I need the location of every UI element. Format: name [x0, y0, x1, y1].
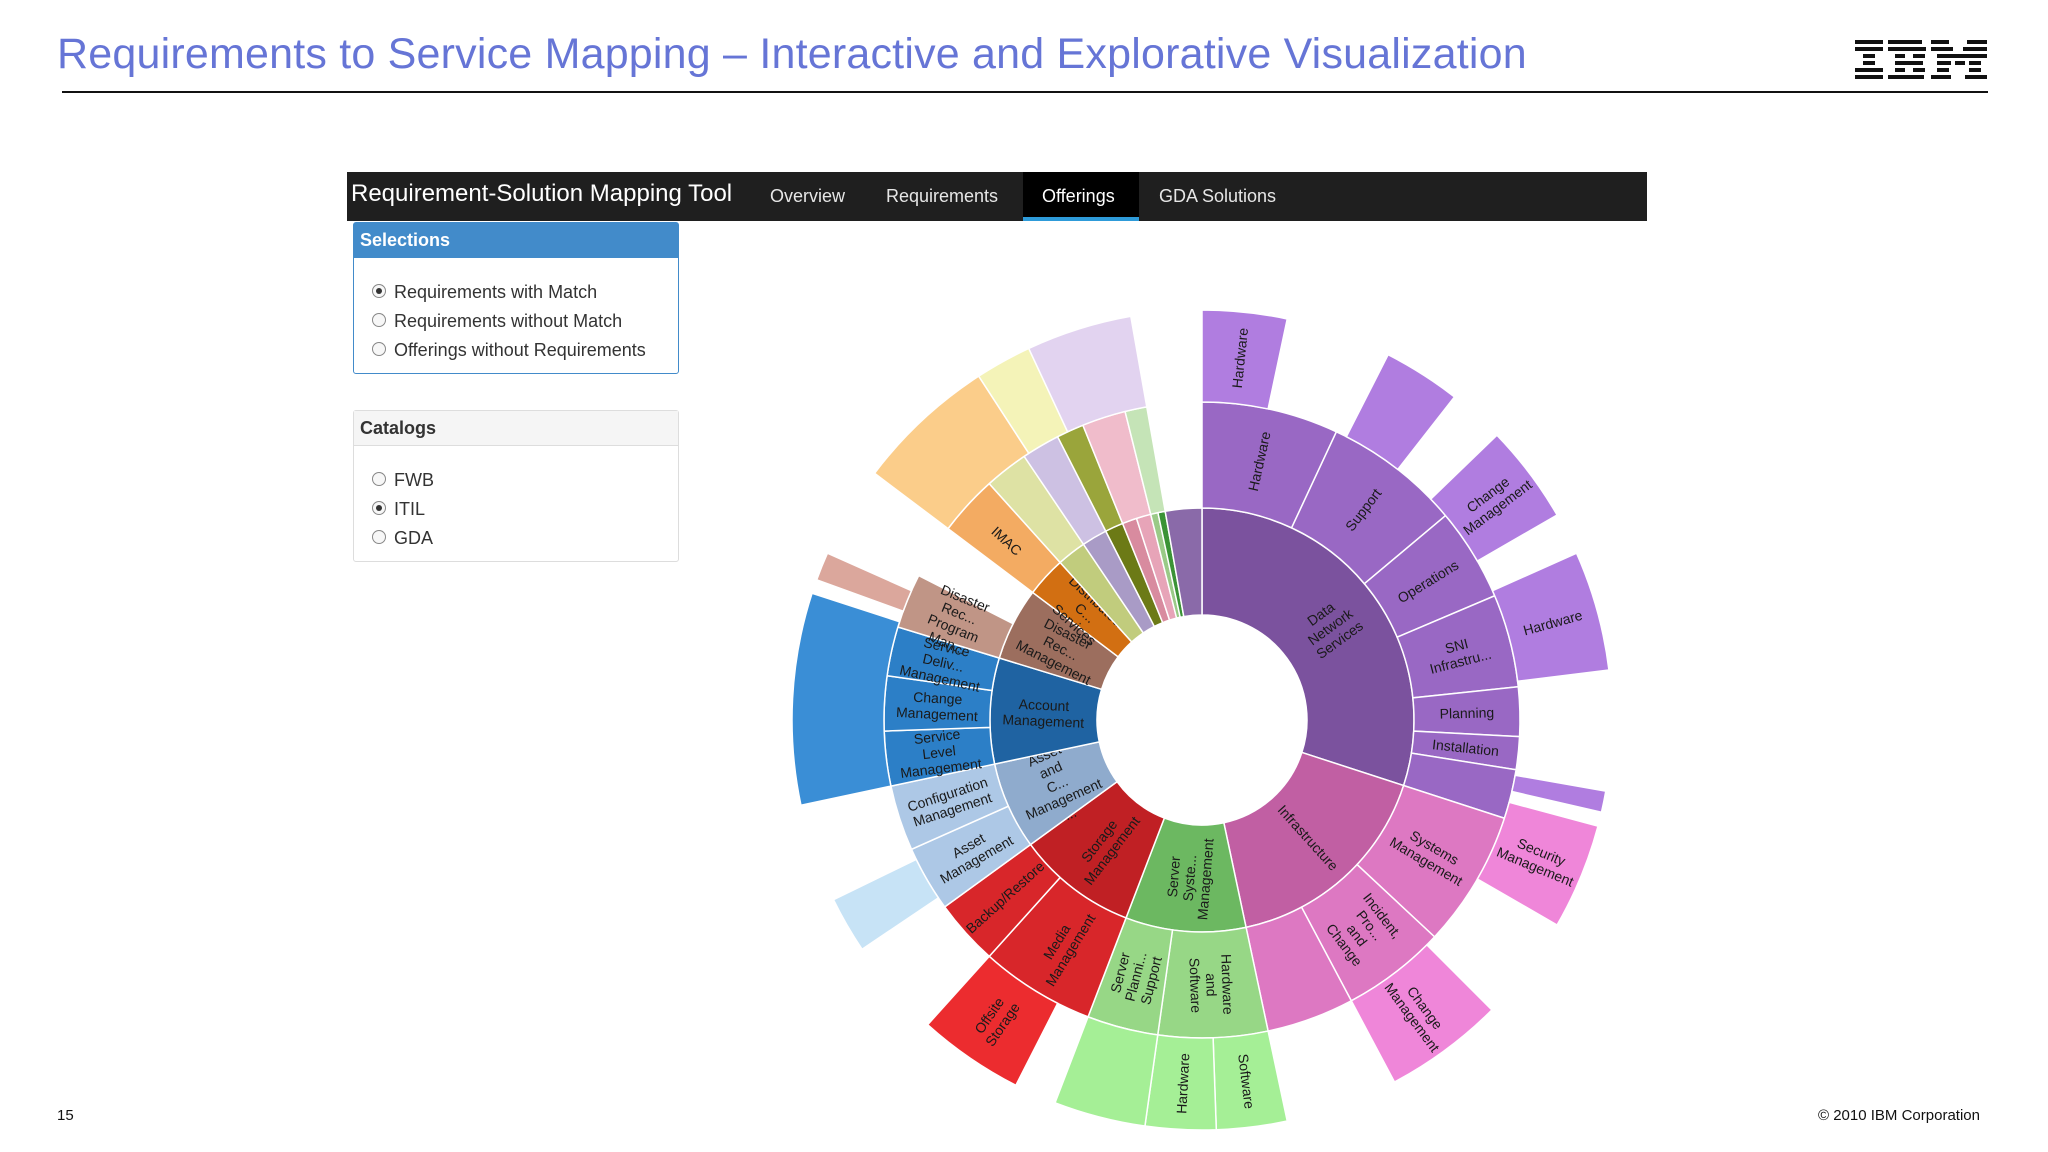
option-label: FWB: [394, 470, 434, 490]
sunburst-outer-segment[interactable]: [791, 592, 901, 807]
option-label: GDA: [394, 528, 434, 548]
copyright-notice: © 2010 IBM Corporation: [1818, 1107, 1980, 1124]
selection-option[interactable]: Requirements with Match: [372, 278, 660, 307]
catalog-option[interactable]: ITIL: [372, 495, 660, 524]
option-label: Requirements without Match: [394, 311, 623, 331]
radio-button[interactable]: [372, 284, 386, 299]
tab-offerings[interactable]: Offerings: [1023, 172, 1139, 221]
option-label: Offerings without Requirements: [394, 340, 646, 360]
sunburst-label: Planning: [1439, 704, 1494, 721]
tab-requirements[interactable]: Requirements: [867, 172, 1017, 221]
app-brand[interactable]: Requirement-Solution Mapping Tool: [351, 180, 732, 208]
radio-button[interactable]: [372, 501, 386, 516]
title-divider: [62, 91, 1988, 93]
radio-button[interactable]: [372, 472, 386, 487]
selection-option[interactable]: Requirements without Match: [372, 307, 660, 336]
radio-button[interactable]: [372, 530, 386, 545]
selection-option[interactable]: Offerings without Requirements: [372, 336, 660, 365]
radio-button[interactable]: [372, 313, 386, 328]
catalog-option[interactable]: FWB: [372, 466, 660, 495]
selections-heading: Selections: [354, 223, 678, 258]
catalog-option[interactable]: GDA: [372, 524, 660, 553]
tab-gda-solutions[interactable]: GDA Solutions: [1140, 172, 1295, 221]
tab-overview[interactable]: Overview: [751, 172, 864, 221]
option-label: ITIL: [394, 499, 426, 519]
catalogs-heading: Catalogs: [354, 411, 678, 446]
slide-title: Requirements to Service Mapping – Intera…: [57, 30, 1527, 78]
app-navbar: Requirement-Solution Mapping Tool Overvi…: [347, 172, 1647, 221]
selections-panel: Selections Requirements with Match Requi…: [353, 222, 679, 374]
option-label: Requirements with Match: [394, 282, 598, 302]
catalogs-panel: Catalogs FWB ITIL GDA: [353, 410, 679, 562]
slide-number: 15: [57, 1107, 74, 1124]
sunburst-label: Hardware: [1173, 1053, 1192, 1115]
ibm-logo: [1855, 40, 1987, 79]
radio-button[interactable]: [372, 342, 386, 357]
